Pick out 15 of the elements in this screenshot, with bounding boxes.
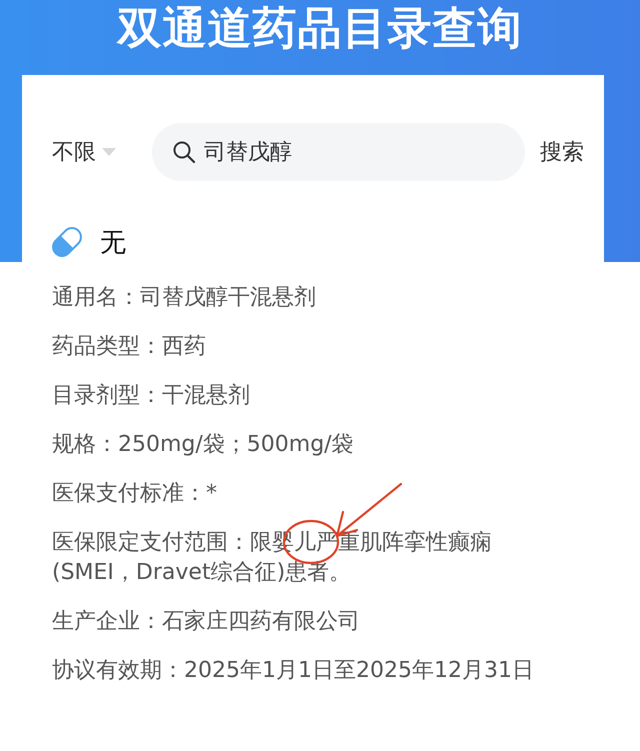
caret-icon <box>102 148 116 156</box>
info-field: 药品类型：西药 <box>52 332 206 362</box>
search-field[interactable]: 司替戊醇 <box>152 123 525 181</box>
search-input[interactable]: 司替戊醇 <box>202 138 506 166</box>
search-button[interactable]: 搜索 <box>540 137 584 167</box>
info-field: 规格：250mg/袋；500mg/袋 <box>52 430 354 460</box>
info-field: 协议有效期：2025年1月1日至2025年12月31日 <box>52 656 534 686</box>
info-field: 通用名：司替戊醇干混悬剂 <box>52 283 316 313</box>
info-field: 医保支付标准：* <box>52 479 217 509</box>
info-field: 生产企业：石家庄四药有限公司 <box>52 607 360 637</box>
search-icon <box>172 140 196 164</box>
filter-dropdown[interactable]: 不限 <box>52 137 152 167</box>
drug-name: 无 <box>100 226 126 260</box>
info-field: 目录剂型：干混悬剂 <box>52 381 250 411</box>
page-title: 双通道药品目录查询 <box>118 2 522 56</box>
